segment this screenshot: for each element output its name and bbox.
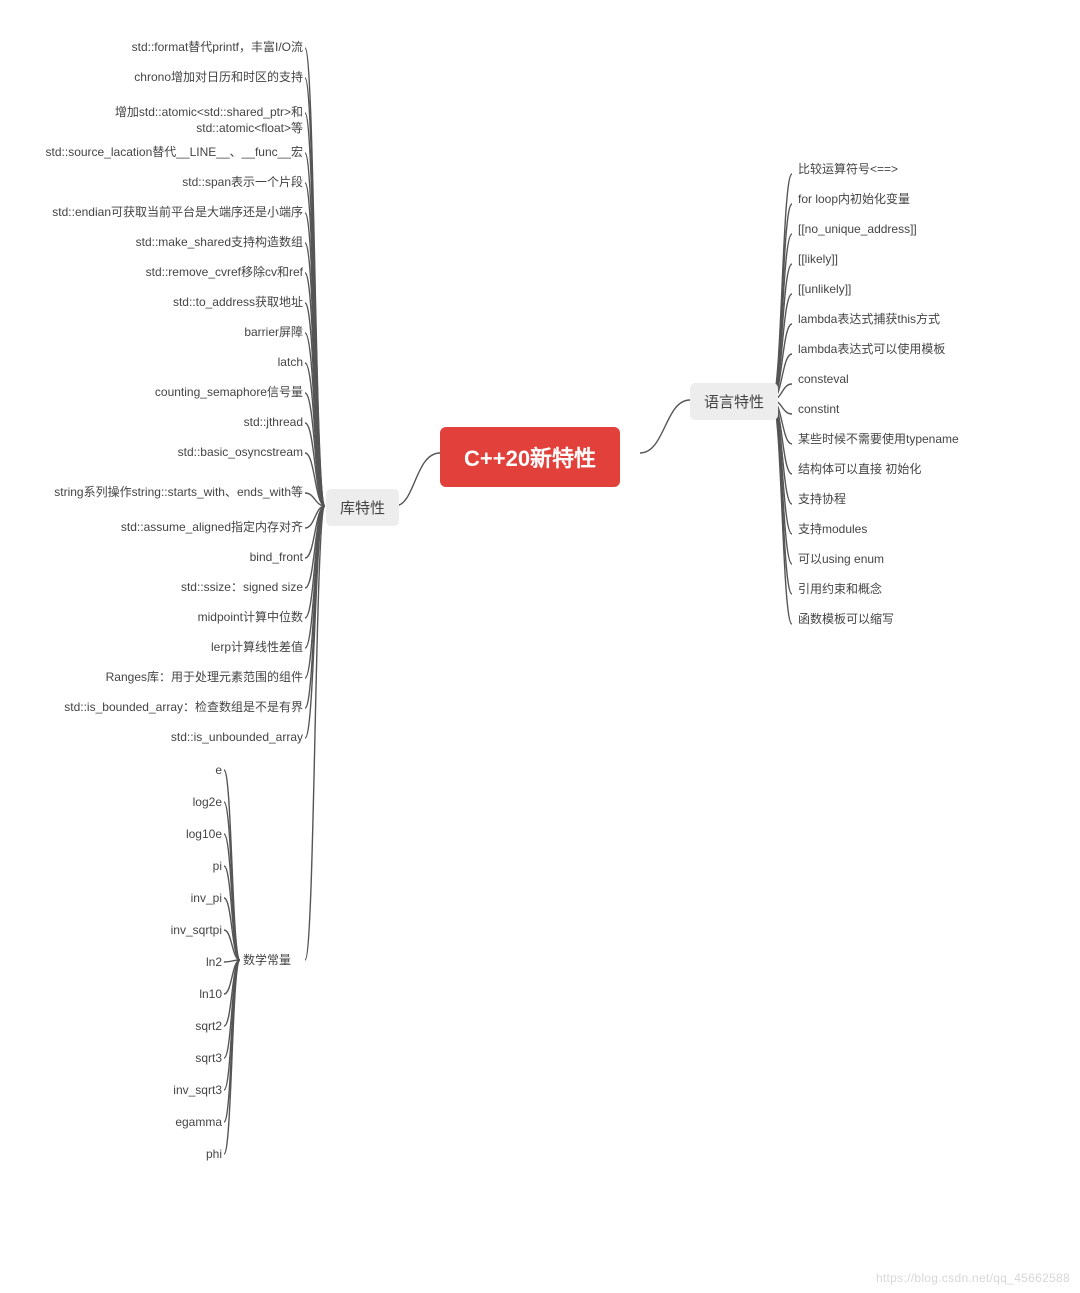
library-feature-item[interactable]: bind_front [23, 550, 303, 566]
library-feature-item[interactable]: 增加std::atomic<std::shared_ptr>和std::atom… [23, 105, 303, 136]
library-feature-item[interactable]: std::make_shared支持构造数组 [23, 235, 303, 251]
language-feature-item[interactable]: lambda表达式捕获this方式 [798, 312, 1058, 328]
library-feature-item[interactable]: std::endian可获取当前平台是大端序还是小端序 [23, 205, 303, 221]
language-feature-item[interactable]: 某些时候不需要使用typename [798, 432, 1058, 448]
branch-label: 库特性 [340, 500, 385, 517]
math-constant-item[interactable]: pi [72, 859, 222, 875]
branch-language-features[interactable]: 语言特性 [690, 383, 778, 420]
library-feature-item[interactable]: std::jthread [23, 415, 303, 431]
math-constant-item[interactable]: inv_sqrt3 [72, 1083, 222, 1099]
library-feature-item[interactable]: latch [23, 355, 303, 371]
language-feature-item[interactable]: 支持modules [798, 522, 1058, 538]
root-node[interactable]: C++20新特性 [440, 427, 620, 487]
language-feature-item[interactable]: 函数模板可以缩写 [798, 612, 1058, 628]
math-constant-item[interactable]: sqrt2 [72, 1019, 222, 1035]
language-feature-item[interactable]: lambda表达式可以使用模板 [798, 342, 1058, 358]
library-feature-item[interactable]: chrono增加对日历和时区的支持 [23, 70, 303, 86]
library-feature-item[interactable]: counting_semaphore信号量 [23, 385, 303, 401]
language-feature-item[interactable]: [[unlikely]] [798, 282, 1058, 298]
math-constant-item[interactable]: log2e [72, 795, 222, 811]
language-feature-item[interactable]: 结构体可以直接 初始化 [798, 462, 1058, 478]
library-feature-item[interactable]: std::format替代printf，丰富I/O流 [23, 40, 303, 56]
branch-label: 语言特性 [704, 394, 764, 411]
math-constant-item[interactable]: log10e [72, 827, 222, 843]
library-feature-item[interactable]: midpoint计算中位数 [23, 610, 303, 626]
library-feature-item[interactable]: std::ssize：signed size [23, 580, 303, 596]
library-feature-item[interactable]: std::is_bounded_array：检查数组是不是有界 [23, 700, 303, 716]
math-constant-item[interactable]: ln2 [72, 955, 222, 971]
math-constant-item[interactable]: inv_sqrtpi [72, 923, 222, 939]
math-constant-item[interactable]: e [72, 763, 222, 779]
math-constant-item[interactable]: sqrt3 [72, 1051, 222, 1067]
language-feature-item[interactable]: 支持协程 [798, 492, 1058, 508]
math-constant-item[interactable]: egamma [72, 1115, 222, 1131]
language-feature-item[interactable]: [[no_unique_address]] [798, 222, 1058, 238]
library-feature-item[interactable]: string系列操作string::starts_with、ends_with等 [23, 485, 303, 501]
library-feature-item[interactable]: Ranges库：用于处理元素范围的组件 [23, 670, 303, 686]
math-constant-item[interactable]: inv_pi [72, 891, 222, 907]
language-feature-item[interactable]: 引用约束和概念 [798, 582, 1058, 598]
branch-label: 数学常量 [243, 953, 291, 967]
library-feature-item[interactable]: lerp计算线性差值 [23, 640, 303, 656]
root-label: C++20新特性 [464, 446, 596, 471]
math-constant-item[interactable]: ln10 [72, 987, 222, 1003]
library-feature-item[interactable]: barrier屏障 [23, 325, 303, 341]
language-feature-item[interactable]: constint [798, 402, 1058, 418]
language-feature-item[interactable]: 比较运算符号<==> [798, 162, 1058, 178]
branch-math-constants[interactable]: 数学常量 [243, 953, 303, 969]
mindmap-canvas: { "root": { "label": "C++20新特性" }, "bran… [0, 0, 1080, 1293]
watermark-text: https://blog.csdn.net/qq_45662588 [876, 1271, 1070, 1285]
library-feature-item[interactable]: std::basic_osyncstream [23, 445, 303, 461]
library-feature-item[interactable]: std::assume_aligned指定内存对齐 [23, 520, 303, 536]
library-feature-item[interactable]: std::remove_cvref移除cv和ref [23, 265, 303, 281]
branch-library-features[interactable]: 库特性 [326, 489, 399, 526]
library-feature-item[interactable]: std::span表示一个片段 [23, 175, 303, 191]
library-feature-item[interactable]: std::is_unbounded_array [23, 730, 303, 746]
library-feature-item[interactable]: std::to_address获取地址 [23, 295, 303, 311]
math-constant-item[interactable]: phi [72, 1147, 222, 1163]
library-feature-item[interactable]: std::source_lacation替代__LINE__、__func__宏 [23, 145, 303, 161]
language-feature-item[interactable]: consteval [798, 372, 1058, 388]
language-feature-item[interactable]: for loop内初始化变量 [798, 192, 1058, 208]
language-feature-item[interactable]: [[likely]] [798, 252, 1058, 268]
language-feature-item[interactable]: 可以using enum [798, 552, 1058, 568]
